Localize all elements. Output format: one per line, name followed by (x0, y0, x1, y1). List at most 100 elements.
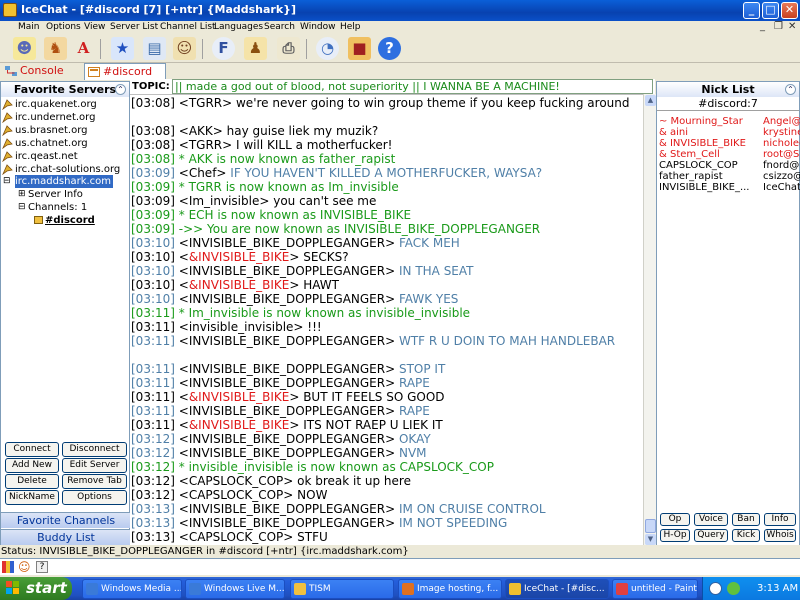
mdi-minimize-icon[interactable]: _ (760, 21, 765, 32)
chat-nick[interactable]: INVISIBLE_BIKE_DOPPLEGANGER (189, 446, 385, 460)
menu-main[interactable]: Main (18, 22, 40, 32)
buddy-list-bar[interactable]: Buddy List (1, 529, 131, 545)
nick-item[interactable]: & Stem_Cell (659, 149, 720, 160)
chat-nick[interactable]: INVISIBLE_BIKE_DOPPLEGANGER (189, 516, 385, 530)
title-bar[interactable]: IceChat - [#discord [7] [+ntr] {Maddshar… (0, 0, 800, 21)
chat-nick[interactable]: INVISIBLE_BIKE_DOPPLEGANGER (189, 404, 385, 418)
channel-node-discord[interactable]: #discord (34, 214, 95, 227)
clock-icon[interactable]: ◔ (316, 37, 339, 60)
tree-collapse-icon[interactable]: ⊟ (18, 201, 26, 214)
minimize-button[interactable]: _ (743, 2, 760, 19)
voice-button[interactable]: Voice (694, 513, 728, 526)
close-button[interactable]: ✕ (781, 2, 798, 19)
maximize-button[interactable]: □ (762, 2, 779, 19)
server-item[interactable]: us.chatnet.org (2, 137, 88, 150)
tree-collapse-icon[interactable]: ⊟ (3, 175, 11, 188)
half-op-button[interactable]: H-Op (660, 529, 690, 542)
server-item[interactable]: irc.qeast.net (2, 150, 78, 163)
settings-window-icon[interactable]: ▤ (143, 37, 166, 60)
printer-icon[interactable]: ⎙ (277, 37, 300, 60)
disconnect-button[interactable]: Disconnect (62, 442, 127, 457)
delete-button[interactable]: Delete (5, 474, 59, 489)
ban-button[interactable]: Ban (732, 513, 760, 526)
options-button[interactable]: Options (62, 490, 127, 505)
colors-icon[interactable]: ■ (348, 37, 371, 60)
menu-window[interactable]: Window (300, 22, 336, 32)
chat-nick[interactable]: <Chef> (175, 166, 227, 180)
channel-list-icon[interactable]: ♞ (44, 37, 67, 60)
tray-icon[interactable] (709, 582, 722, 595)
app-icon[interactable] (3, 3, 17, 17)
tab-console[interactable]: Console (2, 63, 80, 80)
taskbar-item[interactable]: Windows Live M... (185, 579, 285, 599)
add-new-button[interactable]: Add New (5, 458, 59, 473)
mdi-restore-icon[interactable]: ❐ (774, 21, 783, 32)
chat-nick[interactable]: INVISIBLE_BIKE_DOPPLEGANGER (189, 236, 385, 250)
scroll-down-icon[interactable]: ▼ (645, 534, 656, 545)
input-help-button[interactable]: ? (36, 561, 48, 573)
channels-node[interactable]: ⊟ Channels: 1 (18, 201, 87, 214)
color-picker-icon[interactable] (2, 561, 14, 573)
chat-nick[interactable]: &INVISIBLE_BIKE (189, 250, 290, 264)
nick-item[interactable]: ~ Mourning_Star (659, 116, 743, 127)
nick-item[interactable]: CAPSLOCK_COP (659, 160, 738, 171)
scroll-thumb[interactable] (645, 519, 656, 533)
info-button[interactable]: Info (764, 513, 796, 526)
nick-item[interactable]: INVISIBLE_BIKE_... (659, 182, 750, 193)
menu-options[interactable]: Options (46, 22, 81, 32)
message-input[interactable] (52, 560, 798, 574)
chat-nick[interactable]: &INVISIBLE_BIKE (189, 278, 290, 292)
collapse-icon[interactable]: ⌃ (115, 84, 126, 95)
chat-nick[interactable]: INVISIBLE_BIKE_DOPPLEGANGER (189, 376, 385, 390)
menu-languages[interactable]: Languages (214, 22, 263, 32)
taskbar-item[interactable]: TISM (290, 579, 394, 599)
connected-server[interactable]: ⊟ irc.maddshark.com (3, 175, 114, 188)
nick-item[interactable]: father_rapist (659, 171, 723, 182)
menu-search[interactable]: Search (264, 22, 295, 32)
favorite-channels-bar[interactable]: Favorite Channels (1, 512, 131, 528)
favorites-star-icon[interactable]: ★ (111, 37, 134, 60)
menu-channel-list[interactable]: Channel List (160, 22, 216, 32)
chat-scrollbar[interactable]: ▲ ▼ (643, 94, 656, 547)
chat-nick[interactable]: INVISIBLE_BIKE_DOPPLEGANGER (189, 362, 385, 376)
kick-button[interactable]: Kick (732, 529, 760, 542)
nick-item[interactable]: & aini (659, 127, 688, 138)
server-item[interactable]: irc.quakenet.org (2, 98, 97, 111)
quick-connect-icon[interactable]: ☻ (13, 37, 36, 60)
chat-nick[interactable]: INVISIBLE_BIKE_DOPPLEGANGER (189, 502, 385, 516)
menu-help[interactable]: Help (340, 22, 361, 32)
connect-button[interactable]: Connect (5, 442, 59, 457)
chat-nick[interactable]: INVISIBLE_BIKE_DOPPLEGANGER (189, 432, 385, 446)
person-icon[interactable]: ♟ (244, 37, 267, 60)
chat-nick[interactable]: INVISIBLE_BIKE_DOPPLEGANGER (189, 264, 385, 278)
edit-server-button[interactable]: Edit Server (62, 458, 127, 473)
taskbar-item[interactable]: untitled - Paint (612, 579, 698, 599)
taskbar-item[interactable]: IceChat - [#disc... (505, 579, 609, 599)
menu-server-list[interactable]: Server List (110, 22, 158, 32)
chat-window[interactable]: [03:08] <TGRR> we're never going to win … (130, 94, 643, 547)
help-icon[interactable]: ? (378, 37, 401, 60)
font-icon[interactable]: A (72, 37, 95, 60)
messenger-tray-icon[interactable] (727, 582, 740, 595)
tab-discord[interactable]: #discord (84, 63, 166, 80)
collapse-icon[interactable]: ⌃ (785, 84, 796, 95)
server-info-node[interactable]: ⊞ Server Info (18, 188, 83, 201)
chat-nick[interactable]: INVISIBLE_BIKE_DOPPLEGANGER (189, 292, 385, 306)
tree-expand-icon[interactable]: ⊞ (18, 188, 26, 201)
topic-text[interactable]: || made a god out of blood, not superior… (172, 79, 653, 94)
chat-nick[interactable]: &INVISIBLE_BIKE (189, 390, 290, 404)
taskbar-item[interactable]: Image hosting, f... (398, 579, 502, 599)
server-item[interactable]: us.brasnet.org (2, 124, 88, 137)
emoticon-icon[interactable]: ☺ (18, 560, 31, 574)
server-item[interactable]: irc.undernet.org (2, 111, 95, 124)
nickname-button[interactable]: NickName (5, 490, 59, 505)
chat-nick[interactable]: &INVISIBLE_BIKE (189, 418, 290, 432)
taskbar-item[interactable]: Windows Media ... (82, 579, 182, 599)
user-list-icon[interactable]: ☺ (173, 37, 196, 60)
chat-nick[interactable]: INVISIBLE_BIKE_DOPPLEGANGER (189, 334, 385, 348)
mdi-close-icon[interactable]: ✕ (788, 21, 796, 32)
start-button[interactable]: start (0, 577, 72, 600)
remove-tab-button[interactable]: Remove Tab (62, 474, 127, 489)
file-transfer-icon[interactable]: F (212, 37, 235, 60)
whois-button[interactable]: Whois (764, 529, 796, 542)
